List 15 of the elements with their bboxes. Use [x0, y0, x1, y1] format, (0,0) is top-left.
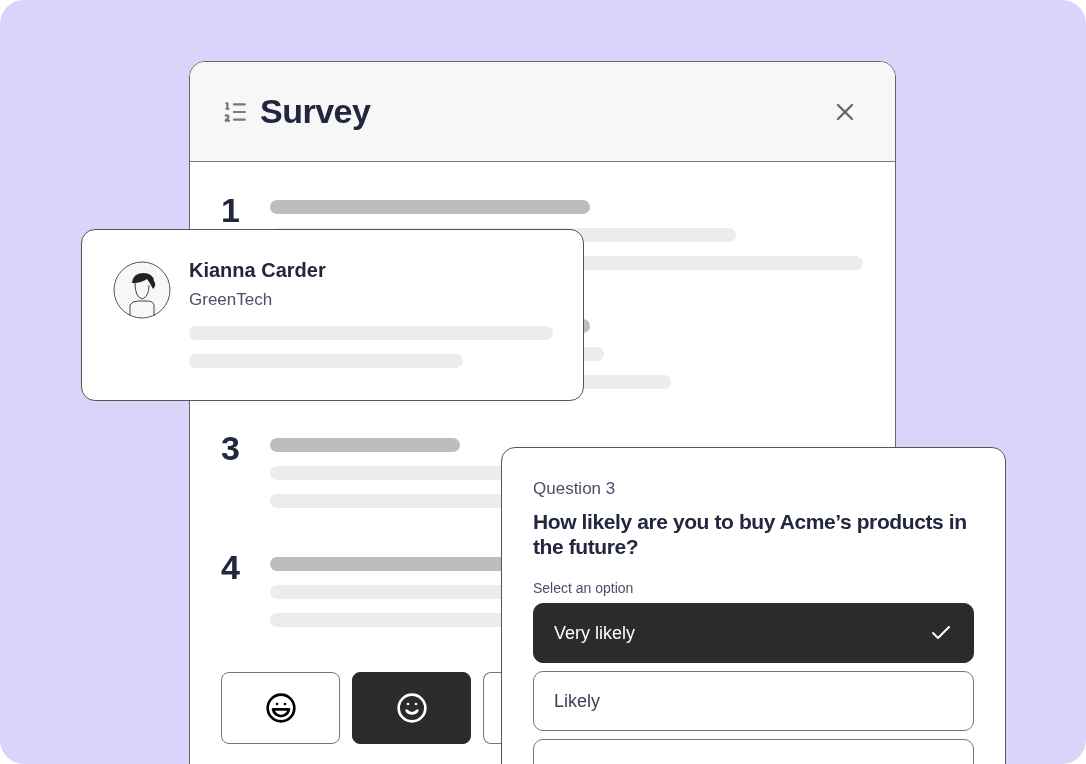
mood-button[interactable]: [221, 672, 340, 744]
option-button[interactable]: Likely: [533, 671, 974, 731]
respondent-name: Kianna Carder: [189, 259, 327, 282]
grinning-face-icon: [264, 692, 297, 724]
company-name: GreenTech: [189, 290, 274, 310]
question-text: How likely are you to buy Acme’s products in the future?: [533, 509, 968, 559]
question-label: Question 3: [533, 479, 617, 499]
window-title: Survey: [260, 92, 372, 131]
mood-button[interactable]: [352, 672, 471, 744]
option-button[interactable]: Very likely: [533, 603, 974, 663]
smiling-face-icon: [395, 692, 428, 724]
option-hint: Select an option: [533, 580, 635, 596]
question-number: 4: [221, 549, 241, 588]
question-number: 3: [221, 430, 241, 469]
avatar: [113, 261, 171, 319]
